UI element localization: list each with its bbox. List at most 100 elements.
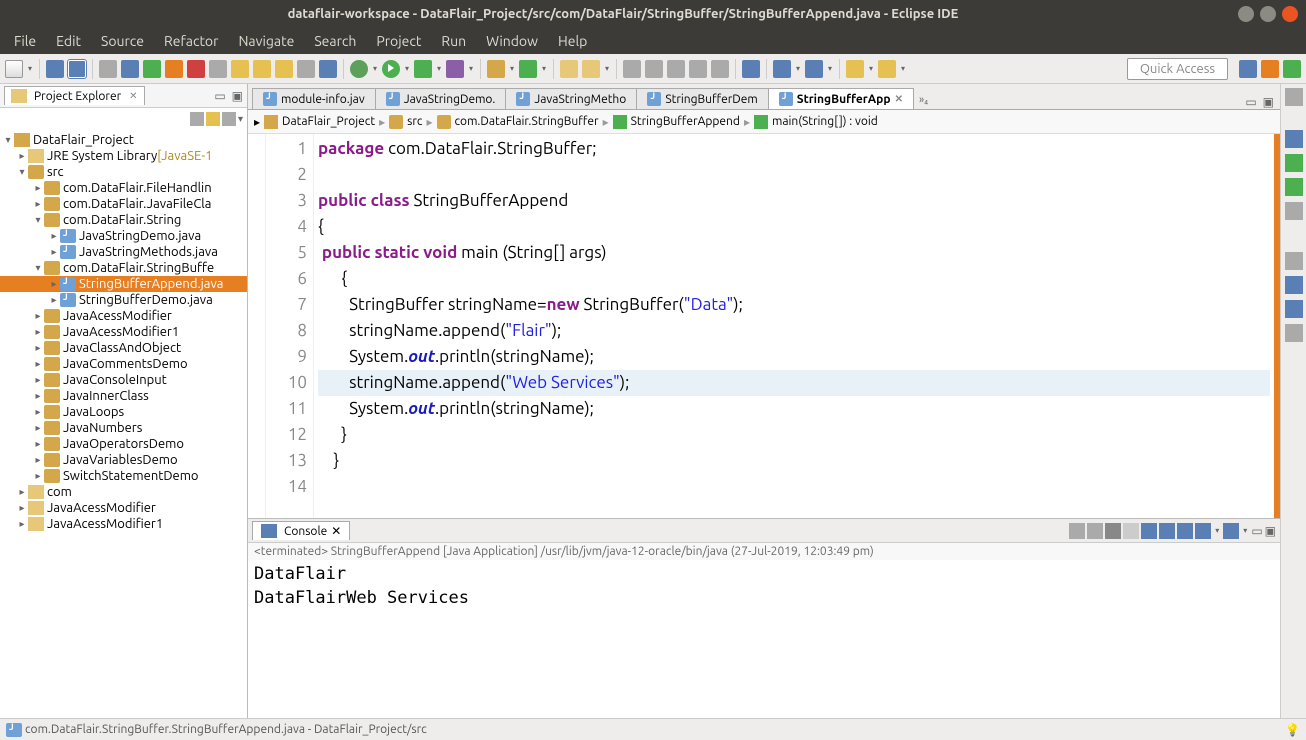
breadcrumb-item[interactable]: src (407, 115, 422, 128)
dropdown-icon[interactable]: ▾ (435, 60, 443, 78)
save-icon[interactable] (46, 60, 64, 78)
menu-project[interactable]: Project (366, 29, 431, 53)
code-line[interactable]: { (318, 266, 1270, 292)
caret-icon[interactable]: ▸ (32, 326, 44, 338)
tree-item[interactable]: ▸JavaInnerClass (0, 388, 247, 404)
nav-back-icon[interactable] (846, 60, 864, 78)
caret-icon[interactable]: ▾ (32, 262, 44, 274)
word-wrap-icon[interactable] (1159, 523, 1175, 539)
task-list-icon[interactable] (1285, 154, 1303, 172)
view3-icon[interactable] (1285, 300, 1303, 318)
last-edit-icon[interactable] (711, 60, 729, 78)
menu-window[interactable]: Window (476, 29, 548, 53)
caret-icon[interactable]: ▸ (32, 198, 44, 210)
step-over-icon[interactable] (253, 60, 271, 78)
coverage-icon[interactable] (414, 60, 432, 78)
console-tab[interactable]: Console ✕ (252, 521, 350, 540)
prev-icon[interactable] (689, 60, 707, 78)
restore-icon[interactable] (1285, 88, 1303, 106)
open-task-icon[interactable] (582, 60, 600, 78)
dropdown-icon[interactable]: ▾ (899, 60, 907, 78)
menu-help[interactable]: Help (548, 29, 597, 53)
dropdown-icon[interactable]: ▾ (467, 60, 475, 78)
editor-tab[interactable]: StringBufferDem (636, 88, 768, 109)
caret-icon[interactable]: ▸ (48, 246, 60, 258)
editor-tab[interactable]: module-info.jav (252, 88, 376, 109)
close-button[interactable] (1282, 6, 1298, 22)
tree-item[interactable]: ▸JavaCommentsDemo (0, 356, 247, 372)
caret-icon[interactable]: ▸ (32, 422, 44, 434)
tree-item[interactable]: ▾src (0, 164, 247, 180)
tree-item[interactable]: ▸com.DataFlair.JavaFileCla (0, 196, 247, 212)
tip-bulb-icon[interactable]: 💡 (1285, 723, 1300, 737)
search-icon[interactable] (623, 60, 641, 78)
caret-icon[interactable]: ▸ (48, 278, 60, 290)
code-line[interactable]: stringName.append("Flair"); (318, 318, 1270, 344)
maximize-view-icon[interactable]: ▣ (1263, 95, 1274, 109)
caret-icon[interactable]: ▸ (32, 470, 44, 482)
stop-icon[interactable] (187, 60, 205, 78)
code-line[interactable]: System.out.println(stringName); (318, 344, 1270, 370)
caret-icon[interactable]: ▸ (32, 438, 44, 450)
menu-navigate[interactable]: Navigate (228, 29, 304, 53)
close-icon[interactable]: ✕ (895, 93, 903, 105)
dropdown-icon[interactable]: ▾ (826, 60, 834, 78)
pin-console-icon[interactable] (1177, 523, 1193, 539)
tree-item[interactable]: ▸JavaConsoleInput (0, 372, 247, 388)
dropdown-icon[interactable]: ▾ (540, 60, 548, 78)
view-menu-icon[interactable]: ▾ (238, 113, 243, 125)
caret-icon[interactable]: ▸ (32, 342, 44, 354)
close-icon[interactable]: ✕ (331, 524, 341, 538)
caret-icon[interactable]: ▸ (16, 150, 28, 162)
tree-item[interactable]: ▸JRE System Library [JavaSE-1 (0, 148, 247, 164)
skip-icon[interactable] (143, 60, 161, 78)
debug-icon[interactable] (350, 60, 368, 78)
tree-item[interactable]: ▸JavaOperatorsDemo (0, 436, 247, 452)
code-line[interactable]: { (318, 214, 1270, 240)
step-return-icon[interactable] (275, 60, 293, 78)
tree-item[interactable]: ▾DataFlair_Project (0, 132, 247, 148)
toggle-icon[interactable] (99, 60, 117, 78)
markers-icon[interactable] (1285, 178, 1303, 196)
menu-run[interactable]: Run (431, 29, 476, 53)
code-line[interactable]: StringBuffer stringName=new StringBuffer… (318, 292, 1270, 318)
view4-icon[interactable] (1285, 324, 1303, 342)
focus-icon[interactable] (222, 112, 236, 126)
caret-icon[interactable]: ▸ (32, 390, 44, 402)
code-line[interactable]: System.out.println(stringName); (318, 396, 1270, 422)
tree-item[interactable]: ▸com (0, 484, 247, 500)
close-icon[interactable]: ✕ (129, 90, 137, 102)
project-explorer-tab[interactable]: Project Explorer ✕ (4, 86, 145, 105)
code-line[interactable]: package com.DataFlair.StringBuffer; (318, 136, 1270, 162)
caret-icon[interactable]: ▸ (48, 230, 60, 242)
menu-source[interactable]: Source (91, 29, 154, 53)
code-line[interactable]: stringName.append("Web Services"); (318, 370, 1270, 396)
save-all-icon[interactable] (68, 60, 86, 78)
code-line[interactable]: } (318, 422, 1270, 448)
pause-icon[interactable] (165, 60, 183, 78)
dropdown-icon[interactable]: ▾ (1213, 522, 1221, 540)
scroll-lock-icon[interactable] (1141, 523, 1157, 539)
drop-frame-icon[interactable] (297, 60, 315, 78)
tree-item[interactable]: ▸StringBufferAppend.java (0, 276, 247, 292)
display-console-icon[interactable] (1195, 523, 1211, 539)
tree-item[interactable]: ▸JavaNumbers (0, 420, 247, 436)
tree-item[interactable]: ▸StringBufferDemo.java (0, 292, 247, 308)
editor-tab[interactable]: JavaStringMetho (505, 88, 637, 109)
menu-file[interactable]: File (4, 29, 46, 53)
caret-icon[interactable]: ▾ (2, 134, 14, 146)
resume-icon[interactable] (319, 60, 337, 78)
step-into-icon[interactable] (231, 60, 249, 78)
code-body[interactable]: package com.DataFlair.StringBuffer; publ… (314, 134, 1274, 518)
dropdown-icon[interactable]: ▾ (508, 60, 516, 78)
tree-item[interactable]: ▾com.DataFlair.String (0, 212, 247, 228)
terminate-icon[interactable] (1105, 523, 1121, 539)
new-icon[interactable] (5, 60, 23, 78)
minimize-view-icon[interactable]: ▭ (1251, 524, 1262, 538)
code-line[interactable]: } (318, 448, 1270, 474)
tree-item[interactable]: ▸JavaClassAndObject (0, 340, 247, 356)
caret-icon[interactable]: ▸ (16, 502, 28, 514)
open-console-icon[interactable] (1223, 523, 1239, 539)
tree-item[interactable]: ▸JavaStringDemo.java (0, 228, 247, 244)
dropdown-icon[interactable]: ▾ (403, 60, 411, 78)
